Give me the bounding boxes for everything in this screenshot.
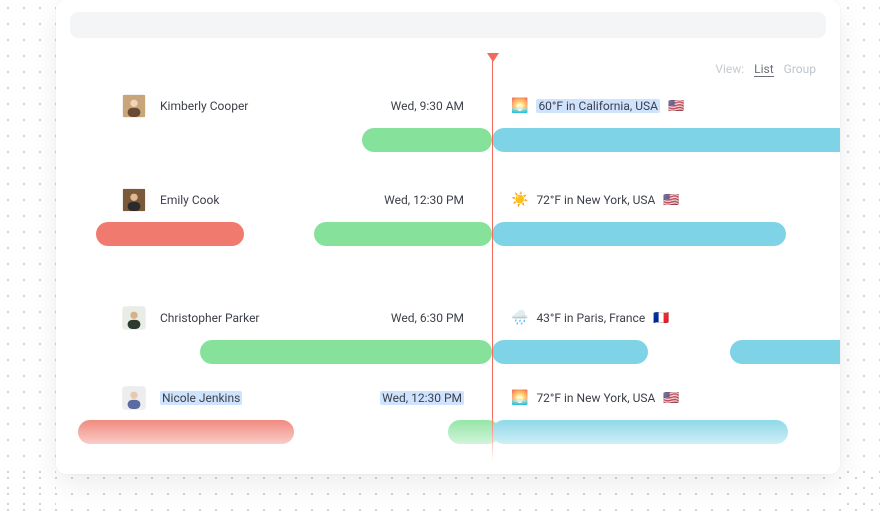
availability-bar-green[interactable] [314,222,492,246]
availability-bar-blue[interactable] [492,128,840,152]
person-time: Wed, 12:30 PM [330,193,464,207]
person-time: Wed, 6:30 PM [330,311,464,325]
availability-bar-blue[interactable] [492,420,788,444]
person-time: Wed, 9:30 AM [330,99,464,113]
search-bar-placeholder[interactable] [70,12,826,38]
timeline-card: View: List Group Kimberly Cooper Wed, 9:… [56,0,840,474]
view-label: View: [715,62,744,76]
person-weather: 🌧️ 43°F in Paris, France 🇫🇷 [511,310,669,326]
availability-bar-blue[interactable] [492,222,786,246]
weather-icon: 🌅 [511,390,528,406]
flag-icon: 🇺🇸 [663,391,679,406]
flag-icon: 🇺🇸 [668,99,684,114]
person-row: Kimberly Cooper Wed, 9:30 AM 🌅 60°F in C… [56,80,840,170]
availability-bar-green[interactable] [362,128,492,152]
person-row: Christopher Parker Wed, 6:30 PM 🌧️ 43°F … [56,292,840,382]
avatar [122,188,146,212]
availability-bar-blue[interactable] [730,340,840,364]
avatar [122,306,146,330]
person-name: Nicole Jenkins [160,391,330,405]
weather-icon: ☀️ [511,192,528,208]
availability-bar-blue[interactable] [492,340,648,364]
weather-icon: 🌅 [511,98,528,114]
person-weather: 🌅 60°F in California, USA 🇺🇸 [511,98,684,114]
weather-text: 43°F in Paris, France [536,311,645,325]
availability-bar-green[interactable] [200,340,492,364]
weather-text: 72°F in New York, USA [536,193,655,207]
person-name: Kimberly Cooper [160,99,330,113]
now-indicator-line [492,54,493,474]
flag-icon: 🇺🇸 [663,193,679,208]
weather-text: 60°F in California, USA [536,99,660,113]
person-row: Emily Cook Wed, 12:30 PM ☀️ 72°F in New … [56,174,840,264]
person-name: Emily Cook [160,193,330,207]
availability-bar-red[interactable] [96,222,244,246]
person-row: Nicole Jenkins Wed, 12:30 PM 🌅 72°F in N… [56,372,840,462]
weather-icon: 🌧️ [511,310,528,326]
avatar [122,94,146,118]
availability-bar-red[interactable] [78,420,294,444]
rows-container: Kimberly Cooper Wed, 9:30 AM 🌅 60°F in C… [56,80,840,474]
person-weather: 🌅 72°F in New York, USA 🇺🇸 [511,390,680,406]
person-time: Wed, 12:30 PM [330,391,464,405]
flag-icon: 🇫🇷 [653,311,669,326]
person-name: Christopher Parker [160,311,330,325]
view-toggle: View: List Group [715,62,816,77]
weather-text: 72°F in New York, USA [536,391,655,405]
view-option-list[interactable]: List [754,62,774,77]
avatar [122,386,146,410]
person-weather: ☀️ 72°F in New York, USA 🇺🇸 [511,192,680,208]
view-option-group[interactable]: Group [784,62,816,76]
now-indicator-icon [487,53,499,62]
